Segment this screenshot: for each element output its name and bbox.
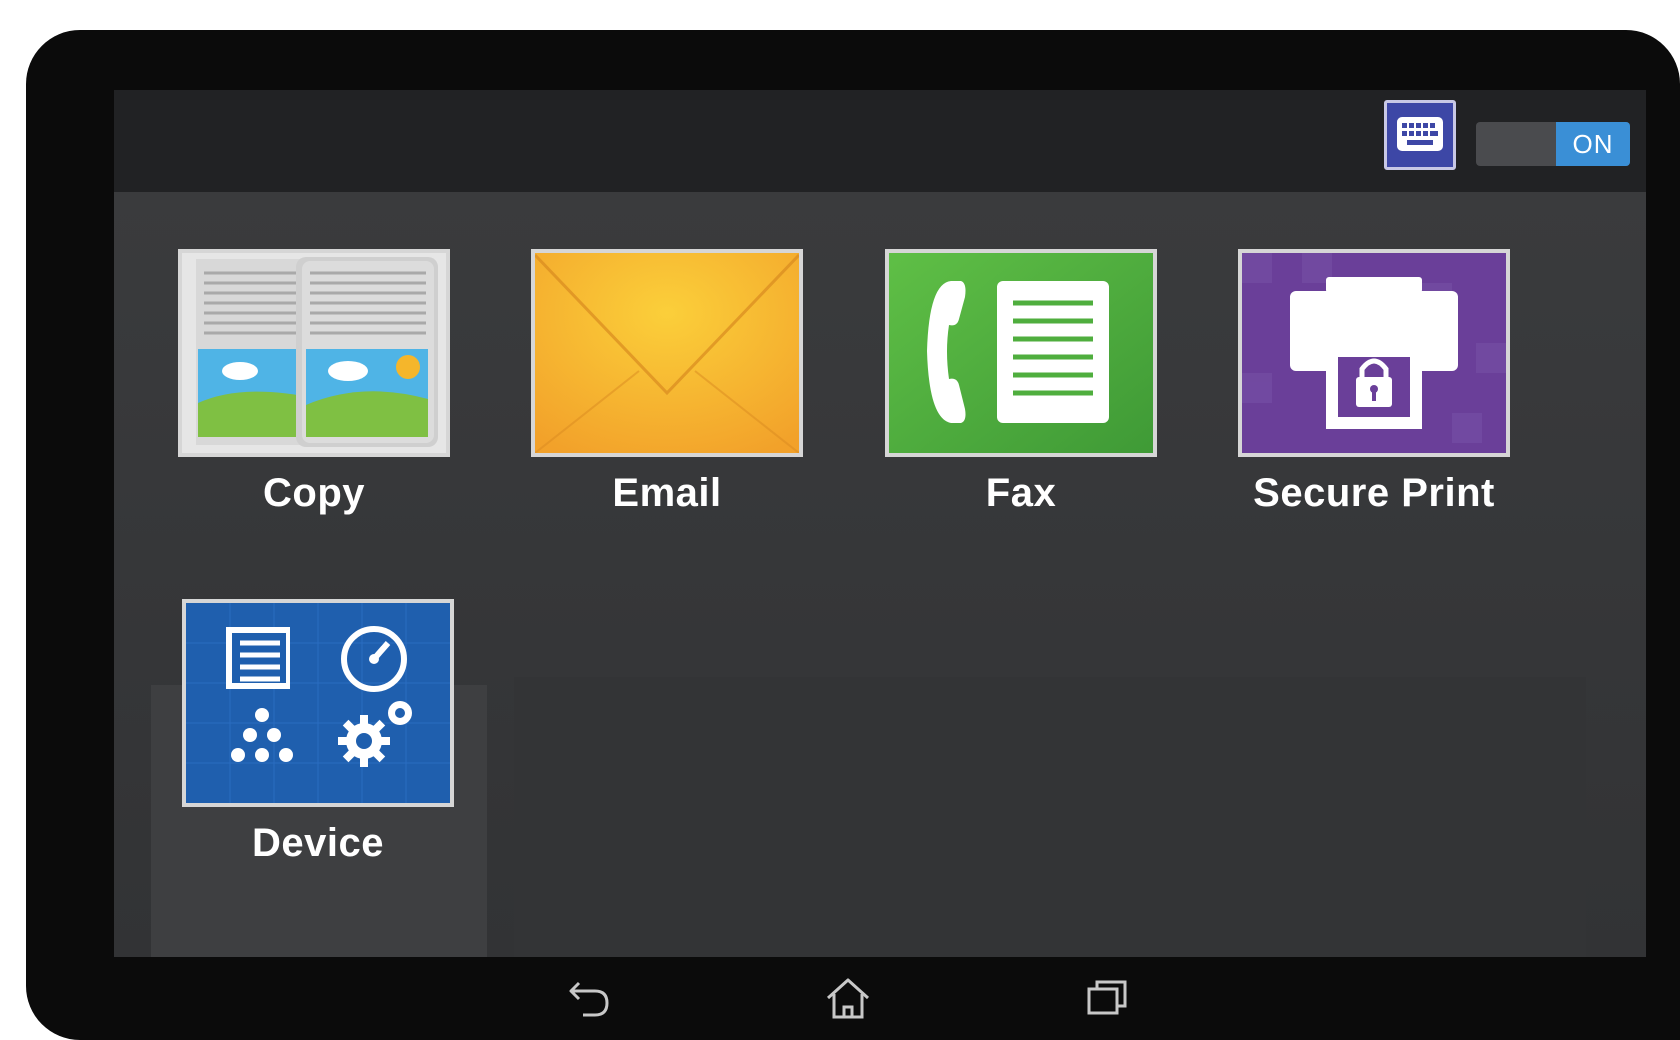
- screen: ON Copy Email Fax Secure Print Device: [114, 90, 1646, 957]
- recents-button[interactable]: [1078, 968, 1138, 1028]
- fax-icon: [885, 249, 1157, 457]
- tablet-frame: ON Copy Email Fax Secure Print Device: [26, 30, 1680, 1040]
- app-label: Device: [252, 821, 384, 865]
- app-label: Email: [612, 471, 722, 515]
- secure-printer-icon: [1238, 249, 1510, 457]
- keyboard-icon: [1397, 117, 1443, 151]
- envelope-icon: [531, 249, 803, 457]
- empty-area: [514, 677, 1586, 957]
- device-settings-icon: [182, 599, 454, 807]
- app-label: Copy: [263, 471, 365, 515]
- keyboard-button[interactable]: [1384, 100, 1456, 170]
- back-button[interactable]: [560, 968, 620, 1028]
- recents-icon: [1087, 980, 1127, 1015]
- navigation-bar: [26, 958, 1680, 1040]
- status-bar: ON: [114, 90, 1646, 192]
- app-label: Secure Print: [1253, 471, 1495, 515]
- power-toggle[interactable]: ON: [1476, 122, 1630, 166]
- home-button[interactable]: [818, 968, 878, 1028]
- app-grid: Copy Email Fax Secure Print Device: [114, 192, 1646, 957]
- home-icon: [826, 978, 870, 1019]
- app-label: Fax: [985, 471, 1057, 515]
- back-icon: [569, 981, 609, 1017]
- toggle-on-label: ON: [1556, 122, 1630, 166]
- copy-icon: [178, 249, 450, 457]
